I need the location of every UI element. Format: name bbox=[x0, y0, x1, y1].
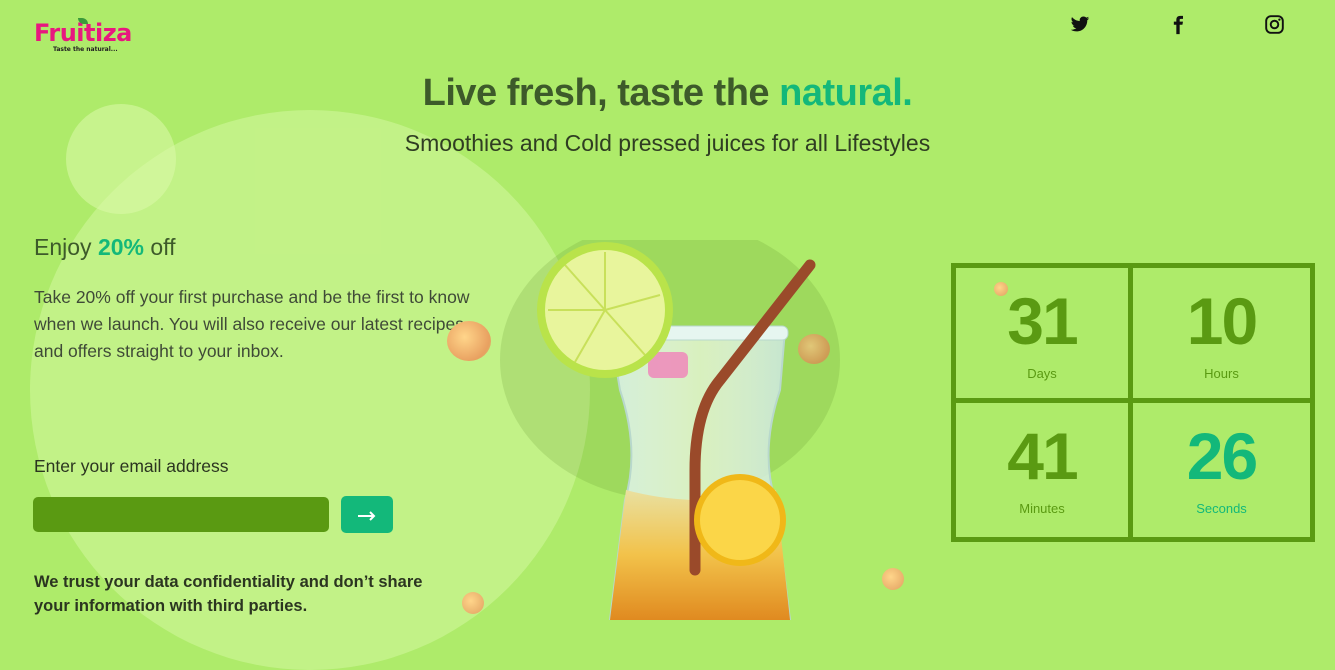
email-input[interactable] bbox=[33, 497, 329, 532]
background-blob-small bbox=[66, 104, 176, 214]
email-label: Enter your email address bbox=[34, 456, 229, 476]
facebook-link[interactable] bbox=[1168, 14, 1188, 36]
countdown-minutes-value: 41 bbox=[1007, 418, 1078, 493]
countdown-days: 31 Days bbox=[956, 268, 1133, 403]
hero-subtitle: Smoothies and Cold pressed juices for al… bbox=[404, 130, 931, 156]
countdown-seconds-value: 26 bbox=[1186, 418, 1258, 493]
hero-title-accent: natural. bbox=[779, 72, 913, 114]
twitter-icon bbox=[1070, 16, 1090, 32]
countdown-seconds-label: Seconds bbox=[1196, 500, 1247, 516]
offer-heading-accent: 20% bbox=[97, 234, 144, 260]
offer-heading-prefix: Enjoy bbox=[34, 234, 92, 260]
arrow-right-icon bbox=[358, 511, 376, 521]
countdown-days-label: Days bbox=[1027, 366, 1057, 381]
countdown-minutes: 41 Minutes bbox=[956, 402, 1133, 537]
twitter-link[interactable] bbox=[1070, 14, 1090, 34]
juice-bubble bbox=[882, 568, 904, 590]
offer-heading: Enjoy 20% off bbox=[34, 234, 176, 261]
privacy-note: We trust your data confidentiality and d… bbox=[34, 573, 423, 615]
brand-logo[interactable]: Fruitiza Taste the natural... bbox=[34, 18, 132, 53]
countdown-days-value: 31 bbox=[1007, 284, 1078, 358]
countdown-timer: 31 Days 10 Hours 41 Minutes 26 Seconds bbox=[951, 263, 1315, 542]
countdown-seconds: 26 Seconds bbox=[1133, 403, 1310, 538]
offer-description: Take 20% off your first purchase and be … bbox=[34, 287, 470, 361]
countdown-minutes-label: Minutes bbox=[1019, 500, 1065, 516]
countdown-hours: 10 Hours bbox=[1133, 268, 1310, 403]
facebook-icon bbox=[1173, 15, 1183, 35]
juice-glass-illustration bbox=[500, 240, 840, 620]
hero-title: Live fresh, taste the natural. bbox=[0, 72, 1335, 115]
countdown-hours-label: Hours bbox=[1204, 366, 1239, 381]
submit-email-button[interactable] bbox=[341, 496, 393, 533]
hero-title-main: Live fresh, taste the bbox=[422, 72, 770, 114]
instagram-link[interactable] bbox=[1264, 14, 1285, 35]
instagram-icon bbox=[1265, 15, 1284, 34]
countdown-hours-value: 10 bbox=[1186, 284, 1258, 358]
offer-heading-suffix: off bbox=[150, 234, 176, 260]
